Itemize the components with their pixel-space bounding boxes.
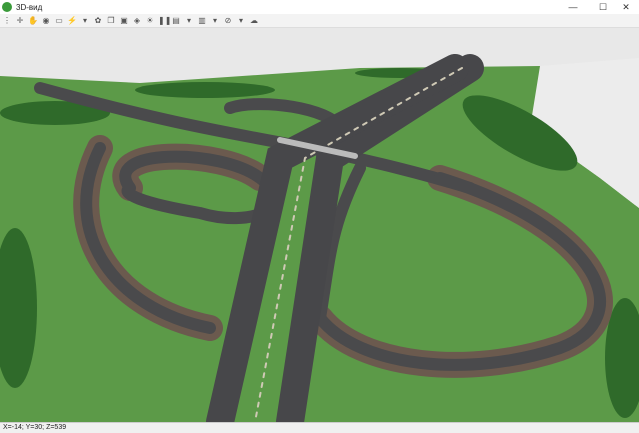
title-bar: 3D-вид — ☐ ✕: [0, 0, 639, 14]
pause-icon[interactable]: ❚❚: [158, 16, 171, 26]
lightning-icon[interactable]: ⚡: [67, 16, 77, 26]
dropdown-arrow-icon[interactable]: ▾: [210, 16, 220, 26]
camera-icon[interactable]: ▤: [171, 16, 181, 26]
eye-icon[interactable]: ◉: [41, 16, 51, 26]
folder-icon[interactable]: ☁: [249, 16, 259, 26]
dropdown-arrow-icon[interactable]: ▾: [184, 16, 194, 26]
toolbar: ⋮ ✛ ✋ ◉ ▭ ⚡ ▾ ✿ ❐ ▣ ◈ ☀ ❚❚ ▤ ▾ ▥ ▾ ⊘ ▾ ☁: [0, 14, 639, 28]
compass-icon[interactable]: ⊘: [223, 16, 233, 26]
hand-icon[interactable]: ✋: [28, 16, 38, 26]
image-icon[interactable]: ▣: [119, 16, 129, 26]
status-bar: X=-14; Y=30; Z=539: [0, 422, 639, 433]
close-button[interactable]: ✕: [613, 0, 639, 14]
minimize-button[interactable]: —: [560, 0, 586, 14]
app-icon: [2, 2, 12, 12]
screen-icon[interactable]: ▥: [197, 16, 207, 26]
window-title: 3D-вид: [16, 2, 43, 12]
interchange-scene: [0, 28, 639, 422]
dropdown-arrow-icon[interactable]: ▾: [236, 16, 246, 26]
coordinates-readout: X=-14; Y=30; Z=539: [3, 424, 67, 431]
pan-icon[interactable]: ✛: [15, 16, 25, 26]
palette-icon[interactable]: ✿: [93, 16, 103, 26]
light-icon[interactable]: ☀: [145, 16, 155, 26]
layers-icon[interactable]: ◈: [132, 16, 142, 26]
copy-icon[interactable]: ❐: [106, 16, 116, 26]
car-icon[interactable]: ▭: [54, 16, 64, 26]
toolbar-grip: ⋮: [3, 15, 11, 25]
dropdown-arrow-icon[interactable]: ▾: [80, 16, 90, 26]
3d-viewport[interactable]: [0, 28, 639, 422]
